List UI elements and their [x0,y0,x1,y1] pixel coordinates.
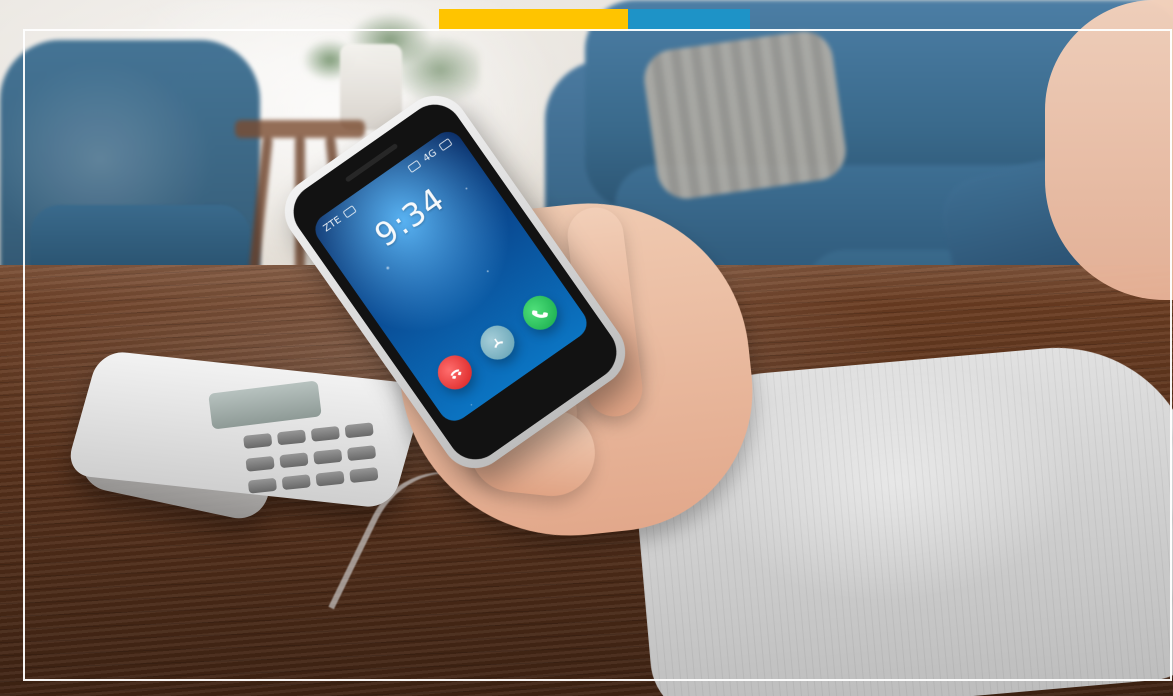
keypad-key [313,448,343,465]
network-label: 4G [420,146,439,165]
striped-pillow [640,27,850,203]
accent-bar-blue [628,9,750,31]
keypad-key [281,474,311,491]
decline-call-button[interactable] [431,348,479,397]
keypad-key [243,433,273,449]
phone-down-icon [450,369,462,379]
keypad-key [279,452,309,468]
keypad-key [276,429,307,446]
carrier-label: ZTE [321,213,344,235]
keypad-key [310,425,340,442]
sim-icon [342,204,358,219]
keypad-key [349,467,379,484]
landline-phone [64,345,427,524]
hold-call-button[interactable] [473,318,522,367]
accept-call-button[interactable] [516,289,564,337]
keypad-key [344,422,374,439]
phone-up-icon [531,310,548,318]
phone-hold-icon [494,338,504,348]
wifi-icon [407,159,422,174]
keypad-key [346,444,377,461]
keypad-key [247,478,278,494]
keypad-key [315,471,345,487]
battery-icon [438,137,453,152]
photo-stage: ZTE 4G 9:34 [0,0,1173,696]
keypad-key [245,455,275,472]
accent-bar-yellow [439,9,628,31]
